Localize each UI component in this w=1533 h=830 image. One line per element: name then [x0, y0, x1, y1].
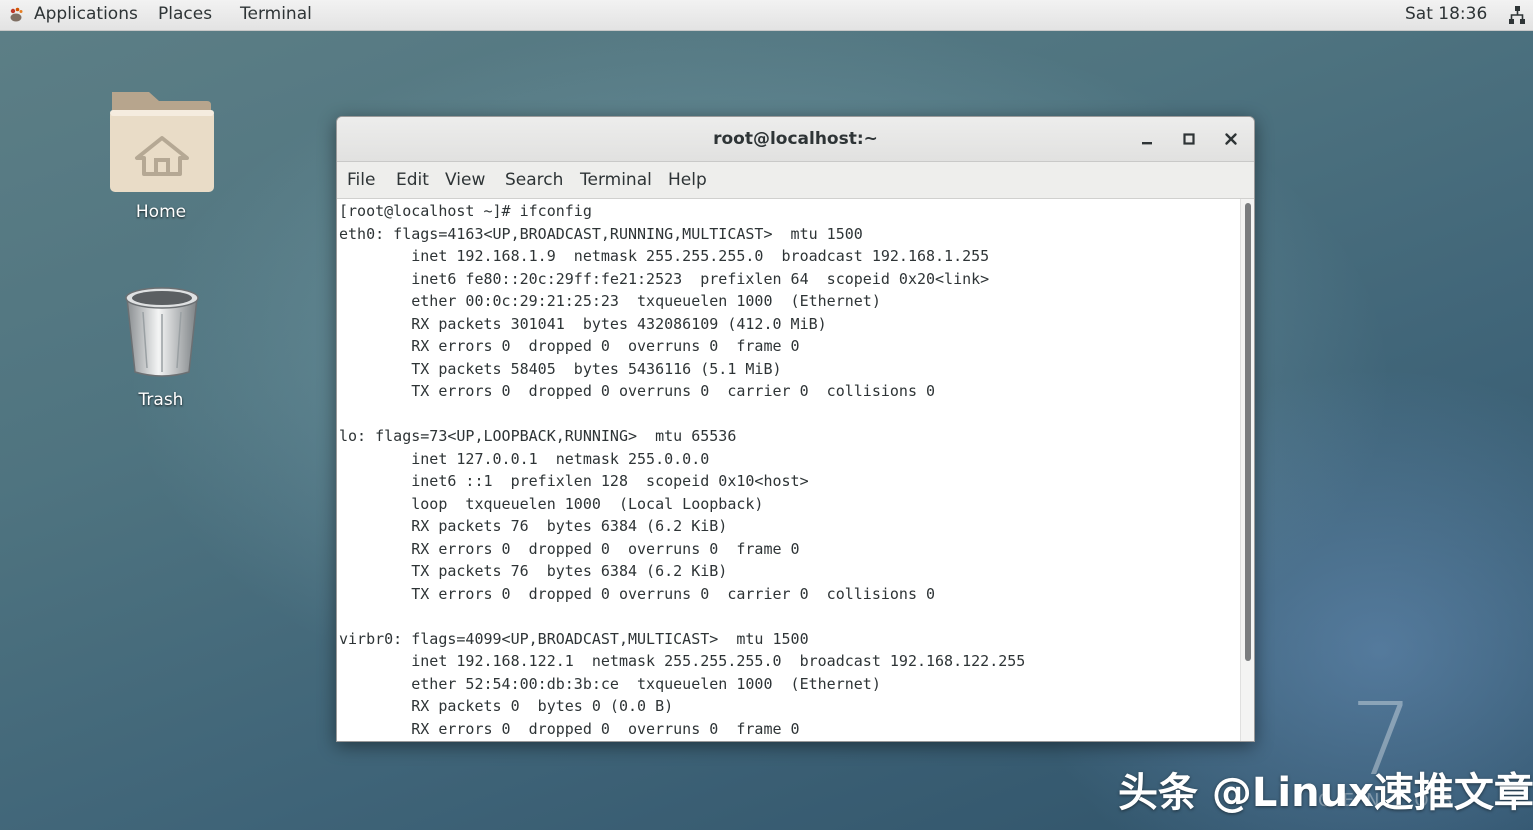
trash-label: Trash: [138, 390, 184, 410]
terminal-line: inet6 ::1 prefixlen 128 scopeid 0x10<hos…: [339, 472, 809, 490]
terminal-line: RX packets 301041 bytes 432086109 (412.0…: [339, 314, 827, 333]
home-folder-icon: [110, 92, 214, 192]
menu-help[interactable]: Help: [668, 162, 707, 198]
top-panel: Applications Places Terminal Sat 18:36: [0, 0, 1533, 31]
terminal-line: TX packets 58405 bytes 5436116 (5.1 MiB): [339, 359, 782, 378]
close-icon: [1225, 133, 1237, 145]
terminal-output[interactable]: [root@localhost ~]# ifconfig eth0: flags…: [337, 199, 1240, 741]
terminal-line: [root@localhost ~]# ifconfig: [339, 202, 592, 220]
terminal-app-menu[interactable]: Terminal: [240, 3, 312, 25]
terminal-line: inet 127.0.0.1 netmask 255.0.0.0: [339, 449, 710, 468]
maximize-button[interactable]: [1177, 127, 1201, 151]
maximize-icon: [1183, 133, 1195, 145]
terminal-line: RX errors 0 dropped 0 overruns 0 frame 0: [339, 337, 800, 355]
terminal-line: eth0: flags=4163<UP,BROADCAST,RUNNING,MU…: [339, 224, 863, 243]
terminal-line: loop txqueuelen 1000 (Local Loopback): [339, 494, 764, 513]
terminal-line: inet 192.168.122.1 netmask 255.255.255.0…: [339, 652, 1026, 670]
menu-search[interactable]: Search: [505, 162, 563, 198]
applications-menu[interactable]: Applications: [34, 3, 138, 25]
source-watermark: 头条 @Linux速推文章: [1118, 770, 1533, 816]
menu-file[interactable]: File: [347, 162, 375, 198]
terminal-line: RX errors 0 dropped 0 overruns 0 frame 0: [339, 719, 800, 738]
terminal-line: inet6 fe80::20c:29ff:fe21:2523 prefixlen…: [339, 269, 990, 288]
home-folder-shortcut[interactable]: Home: [101, 88, 221, 228]
terminal-window[interactable]: root@localhost:~ File Edit View Search T…: [336, 116, 1255, 742]
desktop-background: Applications Places Terminal Sat 18:36 H…: [0, 0, 1533, 830]
terminal-lines: [root@localhost ~]# ifconfig eth0: flags…: [339, 200, 1025, 740]
terminal-line: lo: flags=73<UP,LOOPBACK,RUNNING> mtu 65…: [339, 427, 737, 445]
terminal-line: ether 52:54:00:db:3b:ce txqueuelen 1000 …: [339, 674, 881, 693]
terminal-menubar: File Edit View Search Terminal Help: [337, 162, 1254, 199]
terminal-line: RX packets 76 bytes 6384 (6.2 KiB): [339, 517, 728, 535]
terminal-line: inet 192.168.1.9 netmask 255.255.255.0 b…: [339, 247, 990, 265]
trash-icon: [125, 287, 199, 377]
terminal-line: TX errors 0 dropped 0 overruns 0 carrier…: [339, 382, 936, 400]
close-button[interactable]: [1219, 127, 1243, 151]
terminal-line: TX errors 0 dropped 0 overruns 0 carrier…: [339, 584, 936, 603]
terminal-line: ether 00:0c:29:21:25:23 txqueuelen 1000 …: [339, 292, 881, 310]
clock[interactable]: Sat 18:36: [1405, 3, 1487, 25]
terminal-line: virbr0: flags=4099<UP,BROADCAST,MULTICAS…: [339, 629, 809, 648]
network-icon[interactable]: [1507, 5, 1527, 25]
terminal-line: RX errors 0 dropped 0 overruns 0 frame 0: [339, 539, 800, 558]
window-title: root@localhost:~: [713, 129, 878, 149]
menu-edit[interactable]: Edit: [396, 162, 429, 198]
scrollbar-thumb[interactable]: [1245, 203, 1251, 661]
window-titlebar[interactable]: root@localhost:~: [337, 117, 1254, 162]
minimize-icon: [1142, 142, 1152, 145]
home-label: Home: [135, 202, 187, 222]
menu-view[interactable]: View: [445, 162, 485, 198]
terminal-line: TX packets 76 bytes 6384 (6.2 KiB): [339, 562, 728, 580]
gnome-foot-icon: [10, 7, 23, 22]
terminal-scrollbar[interactable]: [1240, 199, 1254, 741]
trash-shortcut[interactable]: Trash: [101, 282, 221, 416]
minimize-button[interactable]: [1135, 127, 1159, 151]
menu-terminal[interactable]: Terminal: [580, 162, 652, 198]
terminal-line: RX packets 0 bytes 0 (0.0 B): [339, 697, 674, 715]
places-menu[interactable]: Places: [158, 3, 212, 25]
